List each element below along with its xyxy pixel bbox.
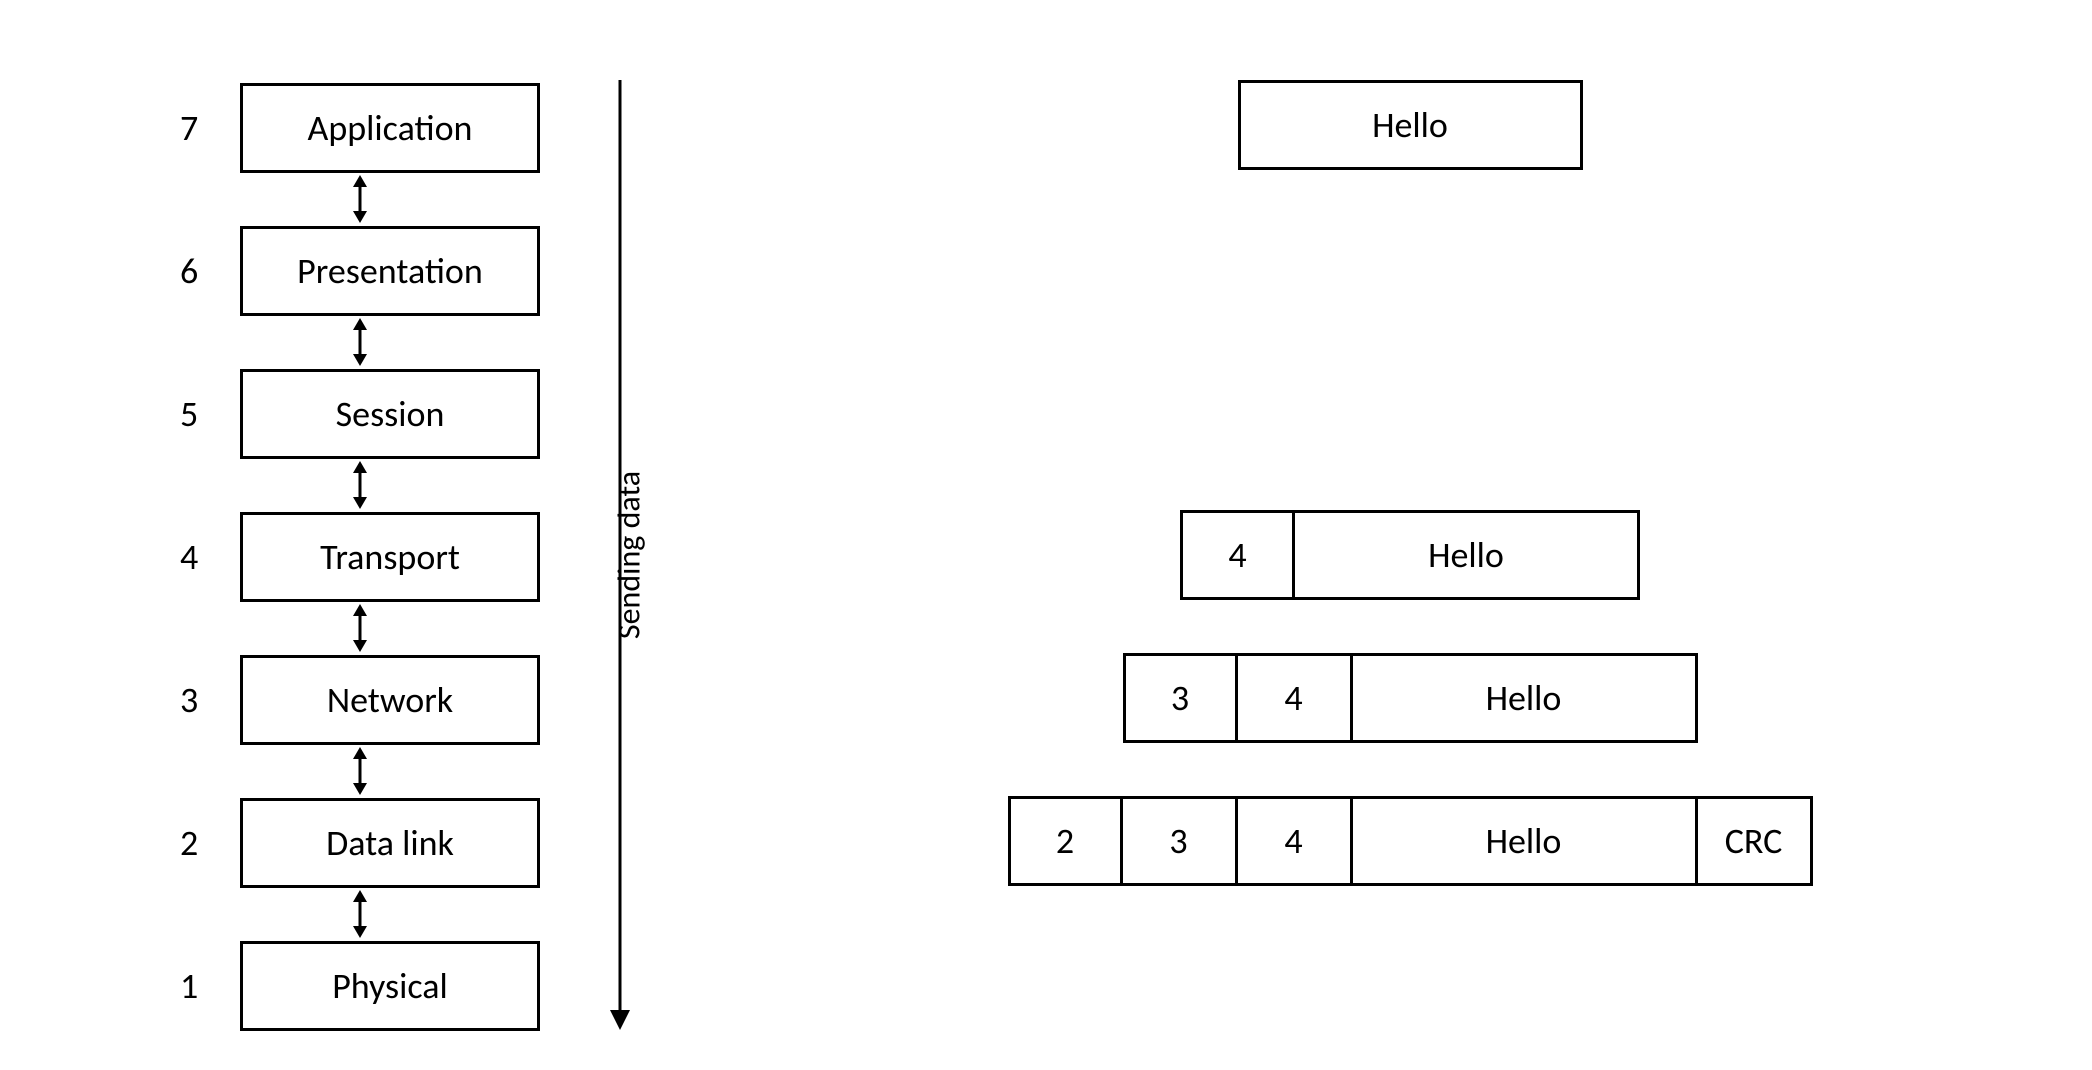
packet-data: Hello: [1238, 80, 1583, 170]
connector-arrow: [180, 604, 540, 652]
layer-presentation: Presentation: [240, 226, 540, 316]
packet-transport: 4 Hello: [960, 510, 1860, 600]
layer-row: 6 Presentation: [180, 223, 540, 318]
doublearrow-icon: [346, 461, 374, 509]
connector-arrow: [180, 318, 540, 366]
layer-row: 4 Transport: [180, 509, 540, 604]
doublearrow-icon: [346, 175, 374, 223]
layer-transport: Transport: [240, 512, 540, 602]
layer-row: 3 Network: [180, 652, 540, 747]
layer-number: 3: [180, 678, 240, 722]
packet-header-2: 2: [1008, 796, 1123, 886]
layer-number: 1: [180, 964, 240, 1008]
connector-arrow: [180, 175, 540, 223]
packet-header-4: 4: [1238, 796, 1353, 886]
connector-arrow: [180, 461, 540, 509]
packet-data: Hello: [1353, 653, 1698, 743]
connector-arrow: [180, 747, 540, 795]
osi-layer-stack: 7 Application 6 Presentation 5 Session 4…: [180, 80, 540, 1033]
layer-row: 1 Physical: [180, 938, 540, 1033]
layer-network: Network: [240, 655, 540, 745]
layer-number: 4: [180, 535, 240, 579]
packet-network: 3 4 Hello: [960, 653, 1860, 743]
doublearrow-icon: [346, 604, 374, 652]
packet-datalink: 2 3 4 Hello CRC: [960, 796, 1860, 886]
packet-header-4: 4: [1238, 653, 1353, 743]
arrow-label: Sending data: [610, 471, 649, 639]
layer-application: Application: [240, 83, 540, 173]
packet-header-3: 3: [1123, 653, 1238, 743]
layer-number: 7: [180, 106, 240, 150]
packet-data: Hello: [1295, 510, 1640, 600]
layer-number: 6: [180, 249, 240, 293]
layer-datalink: Data link: [240, 798, 540, 888]
packet-crc: CRC: [1698, 796, 1813, 886]
doublearrow-icon: [346, 890, 374, 938]
layer-physical: Physical: [240, 941, 540, 1031]
layer-number: 5: [180, 392, 240, 436]
layer-number: 2: [180, 821, 240, 865]
packet-application: Hello: [960, 80, 1860, 170]
packet-header-3: 3: [1123, 796, 1238, 886]
connector-arrow: [180, 890, 540, 938]
layer-session: Session: [240, 369, 540, 459]
doublearrow-icon: [346, 747, 374, 795]
layer-row: 5 Session: [180, 366, 540, 461]
packet-header-4: 4: [1180, 510, 1295, 600]
layer-row: 7 Application: [180, 80, 540, 175]
doublearrow-icon: [346, 318, 374, 366]
sending-data-arrow: Sending data: [605, 80, 635, 1030]
packet-data: Hello: [1353, 796, 1698, 886]
layer-row: 2 Data link: [180, 795, 540, 890]
